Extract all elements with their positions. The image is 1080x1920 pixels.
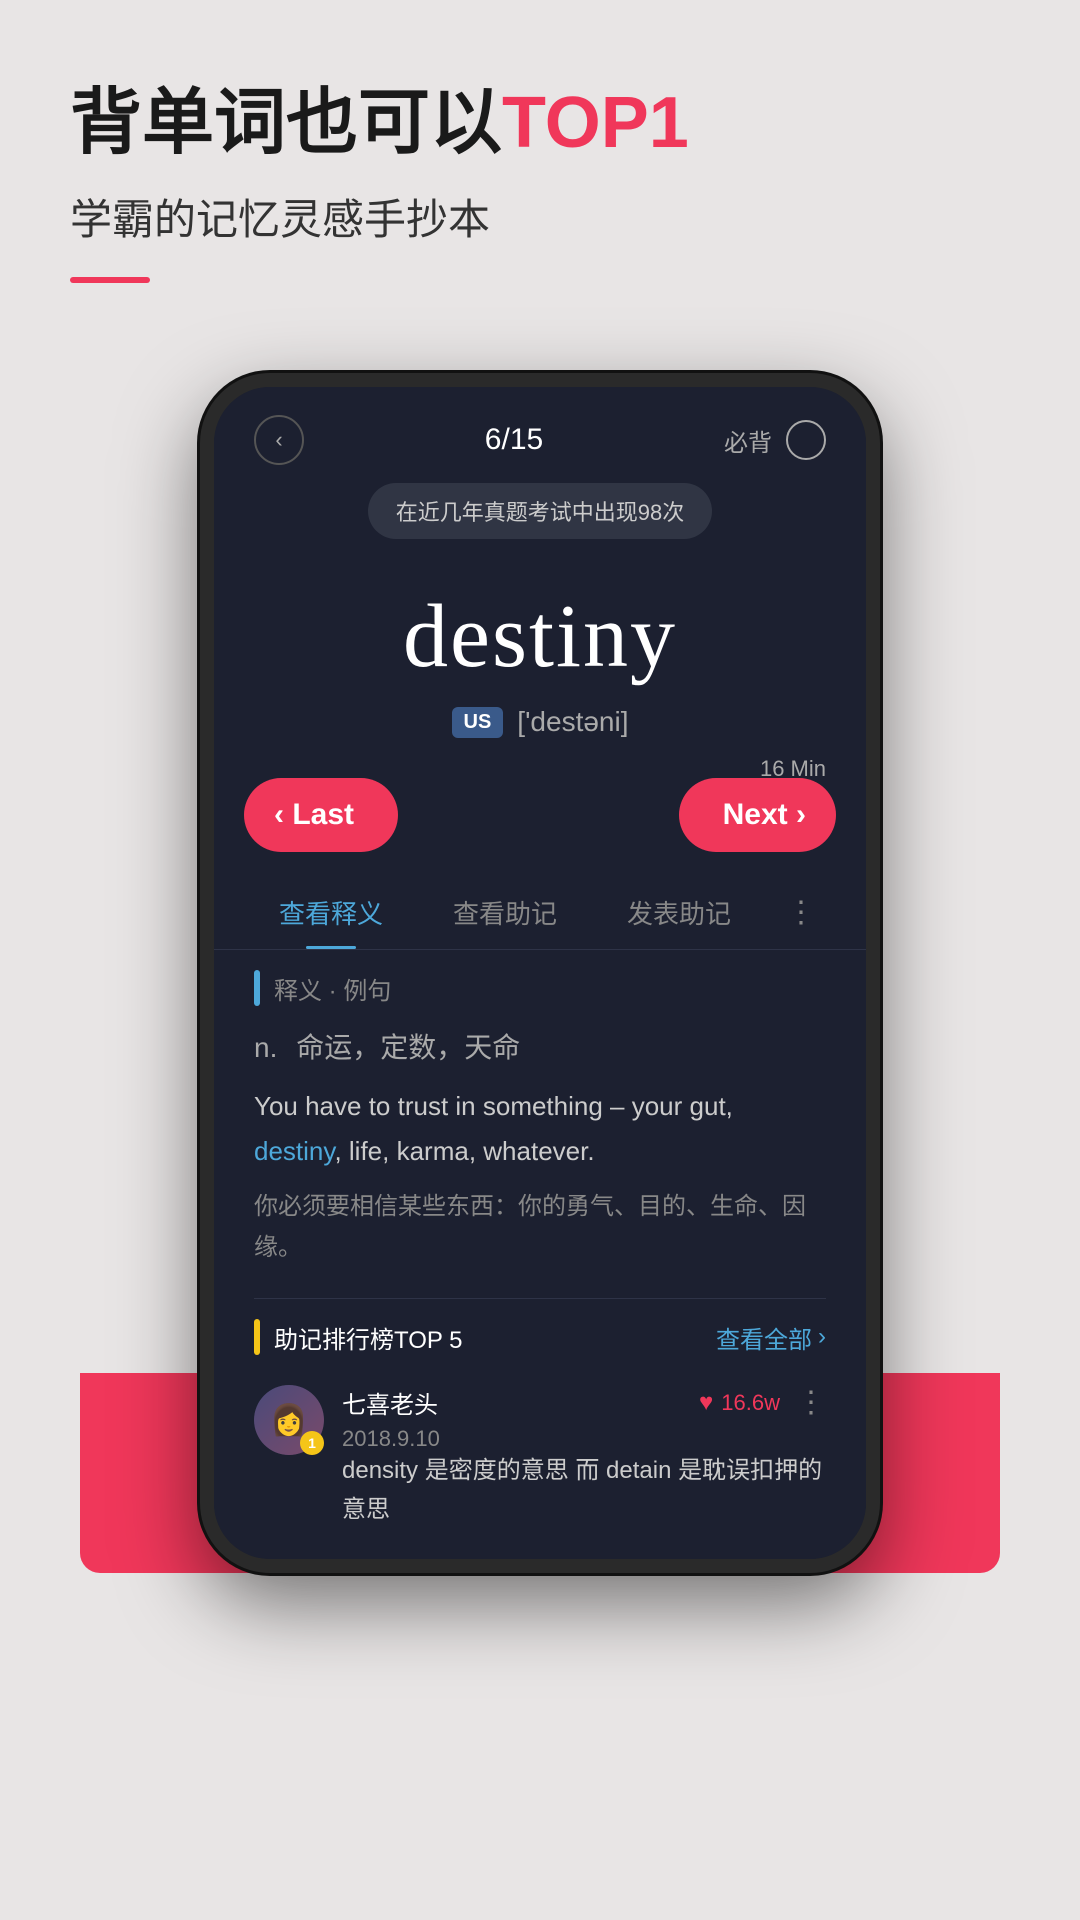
mnemonic-title-wrap: 助记排行榜TOP 5 bbox=[254, 1319, 462, 1355]
title-underline bbox=[70, 277, 150, 283]
word-section: destiny US ['destəni] bbox=[214, 555, 866, 738]
tabs-bar: 查看释义 查看助记 发表助记 ⋮ bbox=[214, 872, 866, 950]
mnemonic-title: 助记排行榜TOP 5 bbox=[274, 1320, 462, 1355]
like-count[interactable]: ♥ 16.6w bbox=[699, 1389, 780, 1417]
word-nav: 16 Min ‹ Last Next › bbox=[214, 748, 866, 872]
view-all-link[interactable]: 查看全部 › bbox=[716, 1320, 826, 1355]
section-accent-blue bbox=[254, 970, 260, 1006]
user-info: 七喜老头 ♥ 16.6w ⋮ 2018.9.10 de bbox=[342, 1385, 826, 1529]
nav-bar: ‹ 6/15 必背 bbox=[214, 387, 866, 475]
mnemonic-content: density 是密度的意思 而 detain 是耽误扣押的意思 bbox=[342, 1452, 826, 1529]
username: 七喜老头 bbox=[342, 1385, 438, 1420]
next-button[interactable]: Next › bbox=[679, 778, 836, 852]
tab-more-button[interactable]: ⋮ bbox=[766, 873, 836, 948]
rank-badge: 1 bbox=[300, 1431, 324, 1455]
tab-definition[interactable]: 查看释义 bbox=[244, 872, 418, 949]
definition-section-label: 释义 · 例句 bbox=[274, 971, 391, 1006]
main-headline: 背单词也可以TOP1 bbox=[70, 80, 1010, 166]
headline-highlight: TOP1 bbox=[502, 83, 689, 163]
mnemonic-entry: 👩 1 七喜老头 ♥ 16.6w bbox=[254, 1375, 826, 1539]
mnemonic-header: 助记排行榜TOP 5 查看全部 › bbox=[254, 1319, 826, 1355]
time-label: 16 Min bbox=[760, 756, 826, 782]
top-section: 背单词也可以TOP1 学霸的记忆灵感手抄本 bbox=[0, 0, 1080, 373]
exam-tooltip: 在近几年真题考试中出现98次 bbox=[368, 483, 712, 539]
last-button[interactable]: ‹ Last bbox=[244, 778, 398, 852]
word-main: destiny bbox=[254, 585, 826, 688]
example-chinese: 你必须要相信某些东西：你的勇气、目的、生命、因缘。 bbox=[254, 1187, 826, 1269]
section-accent-yellow bbox=[254, 1319, 260, 1355]
phonetic-row: US ['destəni] bbox=[254, 706, 826, 738]
back-button[interactable]: ‹ bbox=[254, 415, 304, 465]
user-meta: ♥ 16.6w ⋮ bbox=[699, 1385, 826, 1420]
phonetic-text: ['destəni] bbox=[517, 706, 628, 738]
must-memorize-label: 必背 bbox=[724, 423, 772, 458]
heart-icon: ♥ bbox=[699, 1389, 713, 1417]
user-name-row: 七喜老头 ♥ 16.6w ⋮ bbox=[342, 1385, 826, 1420]
subtitle: 学霸的记忆灵感手抄本 bbox=[70, 186, 1010, 247]
user-date: 2018.9.10 bbox=[342, 1426, 826, 1452]
tab-mnemonic[interactable]: 查看助记 bbox=[418, 872, 592, 949]
avatar-wrap: 👩 1 bbox=[254, 1385, 324, 1455]
tab-post-mnemonic[interactable]: 发表助记 bbox=[592, 872, 766, 949]
word-highlight: destiny bbox=[254, 1136, 334, 1166]
example-english: You have to trust in something – your gu… bbox=[254, 1084, 826, 1172]
nav-right: 必背 bbox=[724, 420, 826, 460]
mnemonic-section: 助记排行榜TOP 5 查看全部 › 👩 1 bbox=[254, 1298, 826, 1539]
phone-screen: ‹ 6/15 必背 在近几年真题考试中出现98次 destiny US ['de… bbox=[214, 387, 866, 1559]
us-badge: US bbox=[452, 707, 504, 738]
phone-frame: ‹ 6/15 必背 在近几年真题考试中出现98次 destiny US ['de… bbox=[200, 373, 880, 1573]
content-area: 释义 · 例句 n. 命运，定数，天命 You have to trust in… bbox=[214, 950, 866, 1559]
progress-indicator: 6/15 bbox=[485, 423, 543, 457]
memorize-toggle[interactable] bbox=[786, 420, 826, 460]
definition-section-header: 释义 · 例句 bbox=[254, 970, 826, 1006]
chevron-right-icon: › bbox=[818, 1323, 826, 1351]
tooltip-bar: 在近几年真题考试中出现98次 bbox=[214, 483, 866, 539]
more-options-icon[interactable]: ⋮ bbox=[796, 1385, 826, 1420]
phone-wrapper: ‹ 6/15 必背 在近几年真题考试中出现98次 destiny US ['de… bbox=[0, 373, 1080, 1573]
definition-pos: n. 命运，定数，天命 bbox=[254, 1026, 826, 1066]
